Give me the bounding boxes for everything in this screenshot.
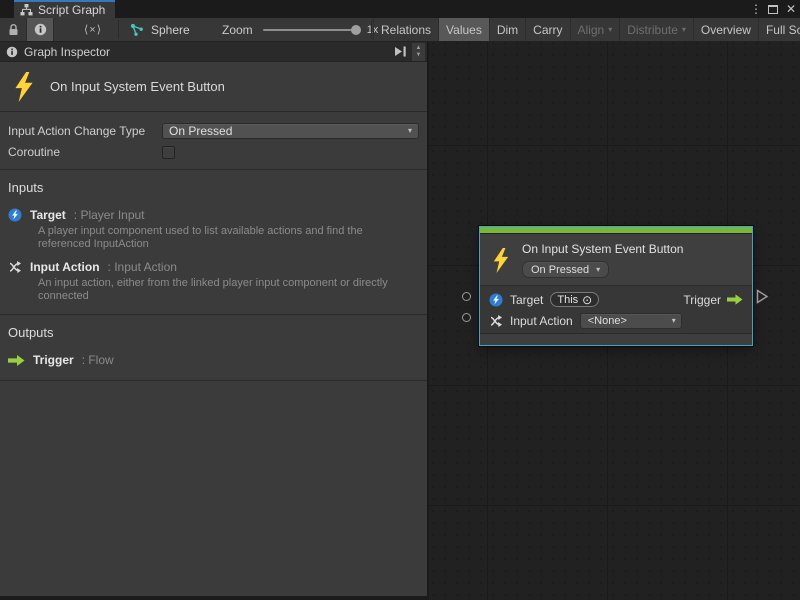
graph-inspector-panel: Graph Inspector ▲ ▼ On Input System Even… [0,42,428,596]
graph-owner-label[interactable]: Sphere [151,23,190,37]
zoom-label: Zoom [222,23,253,37]
chevron-down-icon: ▾ [596,266,600,274]
distribute-dropdown-button[interactable]: Distribute ▾ [619,18,693,41]
event-bolt-icon [492,243,510,278]
node-body: Target This ⊙ Trigger [480,285,752,333]
overview-button[interactable]: Overview [693,18,758,41]
node-footer [480,333,752,345]
target-port-label: Target [510,293,543,307]
flow-arrow-icon [727,294,743,305]
scope-target-icon: ⊙ [582,295,592,305]
target-input-port[interactable] [462,292,471,301]
spin-up-icon[interactable]: ▲ [416,45,422,52]
script-graph-asset-icon [130,23,144,37]
info-icon [6,46,18,58]
player-input-icon [8,208,22,222]
input-action-icon [489,314,503,328]
trigger-port-label: Trigger [683,293,721,307]
chevron-down-icon: ▾ [408,127,412,135]
input-action-icon [8,260,22,274]
node-title-text: On Input System Event Button [50,79,225,94]
inspector-toggle-button[interactable] [27,18,54,41]
node-mode-dropdown[interactable]: On Pressed ▾ [522,261,609,278]
flow-arrow-icon [8,355,25,366]
node-accent-bar [480,227,752,234]
spin-down-icon[interactable]: ▼ [416,52,422,59]
dock-panel-icon[interactable] [393,45,407,58]
window-menu-button[interactable]: ⋮ [750,2,760,16]
maximize-button[interactable] [768,5,778,14]
lock-button[interactable] [0,18,27,41]
target-this-button[interactable]: This ⊙ [550,292,599,307]
field-input-action-change-type: Input Action Change Type On Pressed ▾ [8,121,419,141]
node-header[interactable]: On Input System Event Button On Pressed … [480,234,752,285]
node-title-block: On Input System Event Button [0,62,427,112]
input-action-port-label: Input Action [510,314,573,328]
toolbar-separator [118,20,119,39]
chevron-down-icon: ▾ [682,26,686,34]
full-screen-button[interactable]: Full Screen [758,18,800,41]
trigger-output-port[interactable] [756,289,769,304]
chevron-down-icon: ▾ [608,26,612,34]
dim-button[interactable]: Dim [489,18,525,41]
inputs-title: Inputs [8,180,419,195]
player-input-icon [489,293,503,307]
zoom-slider-handle[interactable] [351,25,361,35]
input-item-target: Target : Player Input A player input com… [8,207,419,250]
outputs-title: Outputs [8,325,419,340]
zoom-slider[interactable] [263,29,359,31]
node-on-input-system-event-button[interactable]: On Input System Event Button On Pressed … [479,226,753,346]
align-dropdown-button[interactable]: Align ▾ [570,18,620,41]
value-debug-button[interactable]: ⟨×⟩ [68,18,118,41]
coroutine-checkbox[interactable] [162,146,175,159]
lock-icon [8,24,19,36]
inputs-section: Inputs Target : Player Input A player in… [0,170,427,315]
event-bolt-icon [13,72,35,102]
graph-hierarchy-icon [20,4,33,16]
info-icon [34,23,47,36]
title-bar: Script Graph ⋮ ✕ [0,0,800,18]
values-button[interactable]: Values [438,18,489,41]
toolbar-separator [371,20,372,39]
node-row-input-action: Input Action <None> ▾ [480,310,752,331]
output-item-trigger: Trigger : Flow [8,352,419,368]
change-type-dropdown[interactable]: On Pressed ▾ [162,123,419,139]
input-action-input-port[interactable] [462,313,471,322]
chevron-down-icon: ▾ [672,317,676,325]
input-item-input-action: Input Action : Input Action An input act… [8,259,419,302]
graph-toolbar: ⟨×⟩ Sphere Zoom 1x Relations Values Dim … [0,18,800,42]
scroll-spinner[interactable]: ▲ ▼ [412,43,425,61]
tab-script-graph[interactable]: Script Graph [14,0,115,18]
carry-button[interactable]: Carry [525,18,569,41]
node-settings: Input Action Change Type On Pressed ▾ Co… [0,112,427,170]
inspector-header: Graph Inspector ▲ ▼ [0,42,427,62]
node-row-target: Target This ⊙ Trigger [480,289,752,310]
relations-button[interactable]: Relations [373,18,438,41]
tab-label: Script Graph [38,3,105,17]
input-action-dropdown[interactable]: <None> ▾ [580,313,682,329]
field-coroutine: Coroutine [8,142,419,162]
close-button[interactable]: ✕ [786,2,796,16]
inspector-title: Graph Inspector [24,45,110,59]
graph-canvas[interactable]: On Input System Event Button On Pressed … [429,42,800,600]
node-title: On Input System Event Button [522,242,683,257]
outputs-section: Outputs Trigger : Flow [0,315,427,381]
